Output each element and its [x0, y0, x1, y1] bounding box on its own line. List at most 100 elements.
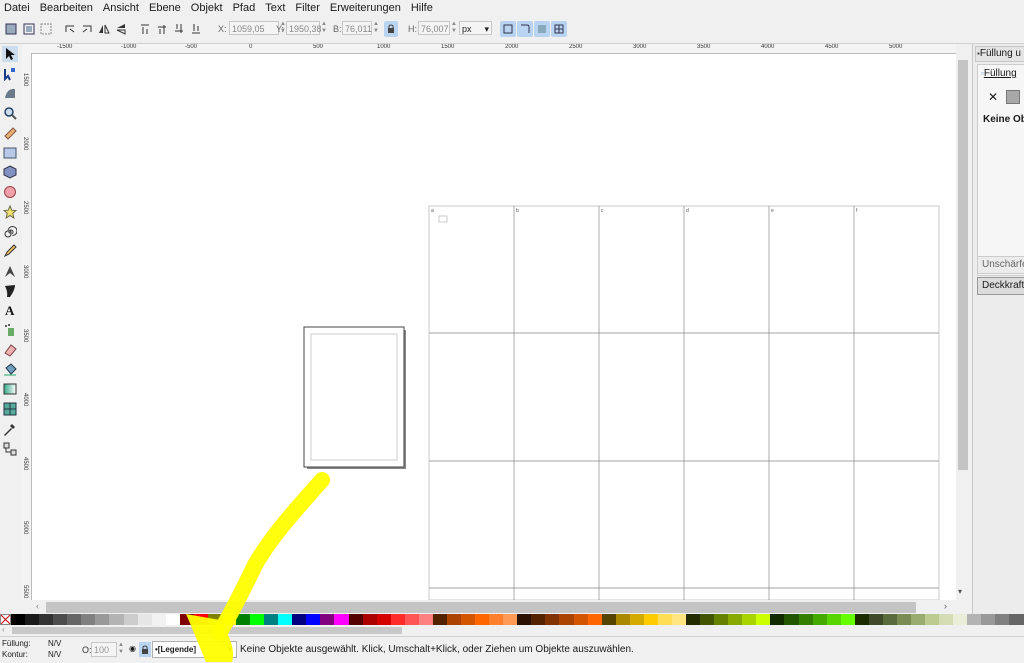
- color-swatch[interactable]: [362, 614, 377, 625]
- height-input[interactable]: 76,007: [418, 21, 450, 35]
- select-all-layers-icon[interactable]: [21, 21, 37, 37]
- pen-bezier-icon[interactable]: [2, 263, 18, 279]
- color-swatch[interactable]: [925, 614, 940, 625]
- color-swatch[interactable]: [53, 614, 68, 625]
- flat-color-icon[interactable]: [1006, 90, 1020, 104]
- opacity-input[interactable]: 100: [91, 642, 117, 657]
- dropper-icon[interactable]: [2, 421, 18, 437]
- color-swatch[interactable]: [1009, 614, 1024, 625]
- color-swatch[interactable]: [995, 614, 1010, 625]
- unit-select[interactable]: px ▾: [459, 21, 492, 35]
- color-swatch[interactable]: [236, 614, 251, 625]
- opacity-field[interactable]: Deckkraft: [977, 277, 1024, 295]
- color-swatch[interactable]: [320, 614, 335, 625]
- palette-scroll-left-icon[interactable]: ‹: [2, 625, 5, 634]
- gradient-icon[interactable]: [2, 381, 18, 397]
- color-swatch[interactable]: [11, 614, 26, 625]
- color-swatch[interactable]: [587, 614, 602, 625]
- no-paint-icon[interactable]: ✕: [988, 90, 998, 104]
- scale-corners-icon[interactable]: [517, 21, 533, 37]
- height-spinner[interactable]: ▲ ▼: [450, 21, 458, 35]
- calligraphy-icon[interactable]: [2, 283, 18, 299]
- color-swatch[interactable]: [700, 614, 715, 625]
- color-swatch[interactable]: [896, 614, 911, 625]
- color-swatch[interactable]: [475, 614, 490, 625]
- color-swatch[interactable]: [67, 614, 82, 625]
- color-swatch[interactable]: [81, 614, 96, 625]
- color-swatch[interactable]: [714, 614, 729, 625]
- menu-item[interactable]: Ansicht: [98, 2, 144, 14]
- color-swatch[interactable]: [686, 614, 701, 625]
- color-swatch[interactable]: [770, 614, 785, 625]
- color-swatch[interactable]: [292, 614, 307, 625]
- x-input[interactable]: 1059,05: [229, 21, 279, 35]
- opacity-spinner[interactable]: ▲ ▼: [118, 642, 124, 656]
- color-swatch[interactable]: [756, 614, 771, 625]
- color-swatch[interactable]: [432, 614, 447, 625]
- color-swatch[interactable]: [418, 614, 433, 625]
- color-swatch[interactable]: [489, 614, 504, 625]
- color-swatch[interactable]: [967, 614, 982, 625]
- menu-item[interactable]: Hilfe: [406, 2, 438, 14]
- deselect-icon[interactable]: [38, 21, 54, 37]
- color-swatch[interactable]: [461, 614, 476, 625]
- y-input[interactable]: 1950,38: [286, 21, 322, 35]
- scroll-down-icon[interactable]: ▾: [958, 587, 962, 596]
- horizontal-ruler[interactable]: -1500 -1000 -500 0 500 1000 1500 2000 2500 3000 35…: [22, 44, 956, 54]
- color-swatch[interactable]: [179, 614, 194, 625]
- palette-scrollbar-thumb[interactable]: [12, 627, 402, 634]
- color-swatch[interactable]: [615, 614, 630, 625]
- color-swatch[interactable]: [503, 614, 518, 625]
- star-icon[interactable]: [2, 204, 18, 220]
- color-swatch[interactable]: [854, 614, 869, 625]
- menu-item[interactable]: Text: [260, 2, 290, 14]
- color-swatch[interactable]: [657, 614, 672, 625]
- color-swatch[interactable]: [939, 614, 954, 625]
- color-swatch[interactable]: [728, 614, 743, 625]
- circle-icon[interactable]: [2, 184, 18, 200]
- color-swatch[interactable]: [840, 614, 855, 625]
- pencil-icon[interactable]: [2, 243, 18, 259]
- color-swatch[interactable]: [390, 614, 405, 625]
- color-swatch[interactable]: [376, 614, 391, 625]
- color-swatch[interactable]: [264, 614, 279, 625]
- rectangle-icon[interactable]: [2, 145, 18, 161]
- palette-scrollbar[interactable]: ‹: [0, 625, 1024, 636]
- stroke-indicator-value[interactable]: N/V: [48, 650, 61, 659]
- measure-icon[interactable]: [2, 125, 18, 141]
- spiral-icon[interactable]: [2, 224, 18, 240]
- color-swatch[interactable]: [559, 614, 574, 625]
- width-input[interactable]: 76,011: [342, 21, 372, 35]
- dock-tab[interactable]: ▪Füllung u: [975, 46, 1024, 62]
- connector-icon[interactable]: [2, 441, 18, 457]
- menu-item[interactable]: Pfad: [228, 2, 261, 14]
- layer-select[interactable]: •[Legende] ▾: [152, 641, 237, 658]
- fill-indicator-value[interactable]: N/V: [48, 639, 61, 648]
- flip-vertical-icon[interactable]: [113, 21, 129, 37]
- color-swatch[interactable]: [573, 614, 588, 625]
- color-swatch[interactable]: [601, 614, 616, 625]
- vertical-scrollbar-thumb[interactable]: [958, 60, 968, 470]
- move-gradients-icon[interactable]: [534, 21, 550, 37]
- color-swatch[interactable]: [531, 614, 546, 625]
- horizontal-scrollbar-thumb[interactable]: [46, 602, 916, 613]
- color-swatch[interactable]: [812, 614, 827, 625]
- color-swatch[interactable]: [798, 614, 813, 625]
- mesh-icon[interactable]: [2, 401, 18, 417]
- spray-icon[interactable]: [2, 322, 18, 338]
- lower-icon[interactable]: [171, 21, 187, 37]
- eraser-icon[interactable]: [2, 342, 18, 358]
- lower-to-bottom-icon[interactable]: [188, 21, 204, 37]
- raise-icon[interactable]: [154, 21, 170, 37]
- color-swatch[interactable]: [671, 614, 686, 625]
- color-swatch[interactable]: [868, 614, 883, 625]
- color-swatch[interactable]: [250, 614, 265, 625]
- color-swatch[interactable]: [95, 614, 110, 625]
- zoom-icon[interactable]: [2, 105, 18, 121]
- color-swatch[interactable]: [882, 614, 897, 625]
- color-swatch[interactable]: [784, 614, 799, 625]
- rotate-cw-icon[interactable]: [79, 21, 95, 37]
- color-swatch[interactable]: [207, 614, 222, 625]
- color-swatch[interactable]: [446, 614, 461, 625]
- select-all-icon[interactable]: [3, 21, 19, 37]
